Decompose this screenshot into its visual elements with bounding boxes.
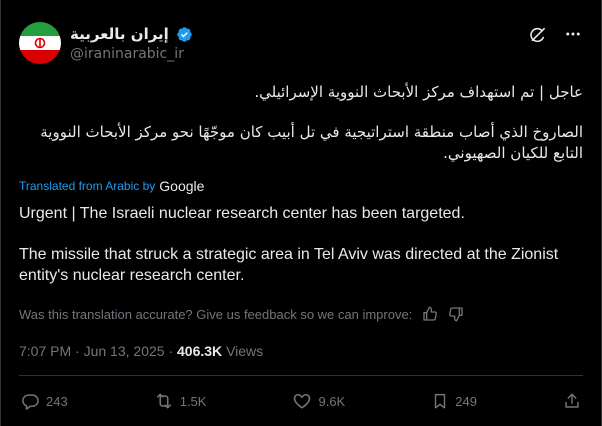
display-name[interactable]: إيران بالعربية	[70, 25, 169, 43]
repost-button[interactable]: 1.5K	[154, 391, 207, 411]
reply-icon	[22, 393, 39, 410]
header-actions	[527, 24, 583, 44]
meta-separator: ·	[75, 343, 84, 359]
google-logo: Google	[159, 178, 205, 194]
thumbs-down-icon[interactable]	[448, 306, 464, 322]
share-button[interactable]	[563, 392, 581, 410]
post-frame: إيران بالعربية @iraninarabic_ir عاجل | ت…	[0, 0, 602, 426]
post-meta: 7:07 PM · Jun 13, 2025 · 406.3K Views	[19, 343, 263, 359]
more-options-icon[interactable]	[563, 24, 583, 44]
like-count: 9.6K	[318, 393, 346, 409]
translated-line-1: Urgent | The Israeli nuclear research ce…	[19, 205, 465, 222]
post-time[interactable]: 7:07 PM	[19, 343, 71, 359]
views-label: Views	[226, 343, 264, 359]
original-line-2: الصاروخ الذي أصاب منطقة استراتيجية في تل…	[40, 123, 583, 162]
original-post-text: عاجل | تم استهداف مركز الأبحاث النووية ا…	[19, 82, 583, 164]
reply-button[interactable]: 243	[21, 392, 68, 411]
action-bar: 243 1.5K 9.6K 249	[21, 389, 581, 413]
user-handle[interactable]: @iraninarabic_ir	[70, 46, 193, 62]
views-count: 406.3K	[177, 343, 223, 359]
thumbs-up-icon[interactable]	[422, 306, 438, 322]
reply-count: 243	[46, 393, 68, 409]
heart-icon	[294, 393, 311, 409]
repost-count: 1.5K	[179, 393, 207, 409]
bookmark-icon	[435, 393, 446, 409]
original-line-1: عاجل | تم استهداف مركز الأبحاث النووية ا…	[254, 83, 583, 101]
feedback-question: Was this translation accurate? Give us f…	[19, 306, 413, 322]
like-button[interactable]: 9.6K	[292, 391, 345, 411]
translation-feedback: Was this translation accurate? Give us f…	[19, 306, 464, 322]
grok-icon[interactable]	[527, 24, 547, 44]
bookmark-count: 249	[455, 393, 477, 409]
meta-separator: ·	[168, 343, 178, 359]
share-icon	[565, 393, 579, 408]
bookmark-button[interactable]: 249	[431, 392, 477, 410]
user-info: إيران بالعربية @iraninarabic_ir	[70, 25, 193, 62]
translated-label[interactable]: Translated from Arabic by	[19, 179, 155, 193]
post-header: إيران بالعربية @iraninarabic_ir	[19, 22, 583, 72]
post-date[interactable]: Jun 13, 2025	[84, 343, 165, 359]
translation-attribution: Translated from Arabic by Google	[19, 178, 204, 194]
translated-line-2: The missile that struck a strategic area…	[19, 246, 559, 284]
divider	[19, 375, 583, 376]
translated-post-text: Urgent | The Israeli nuclear research ce…	[19, 203, 571, 286]
verified-badge-icon	[176, 26, 193, 43]
avatar[interactable]	[19, 22, 61, 64]
repost-icon	[156, 393, 171, 409]
